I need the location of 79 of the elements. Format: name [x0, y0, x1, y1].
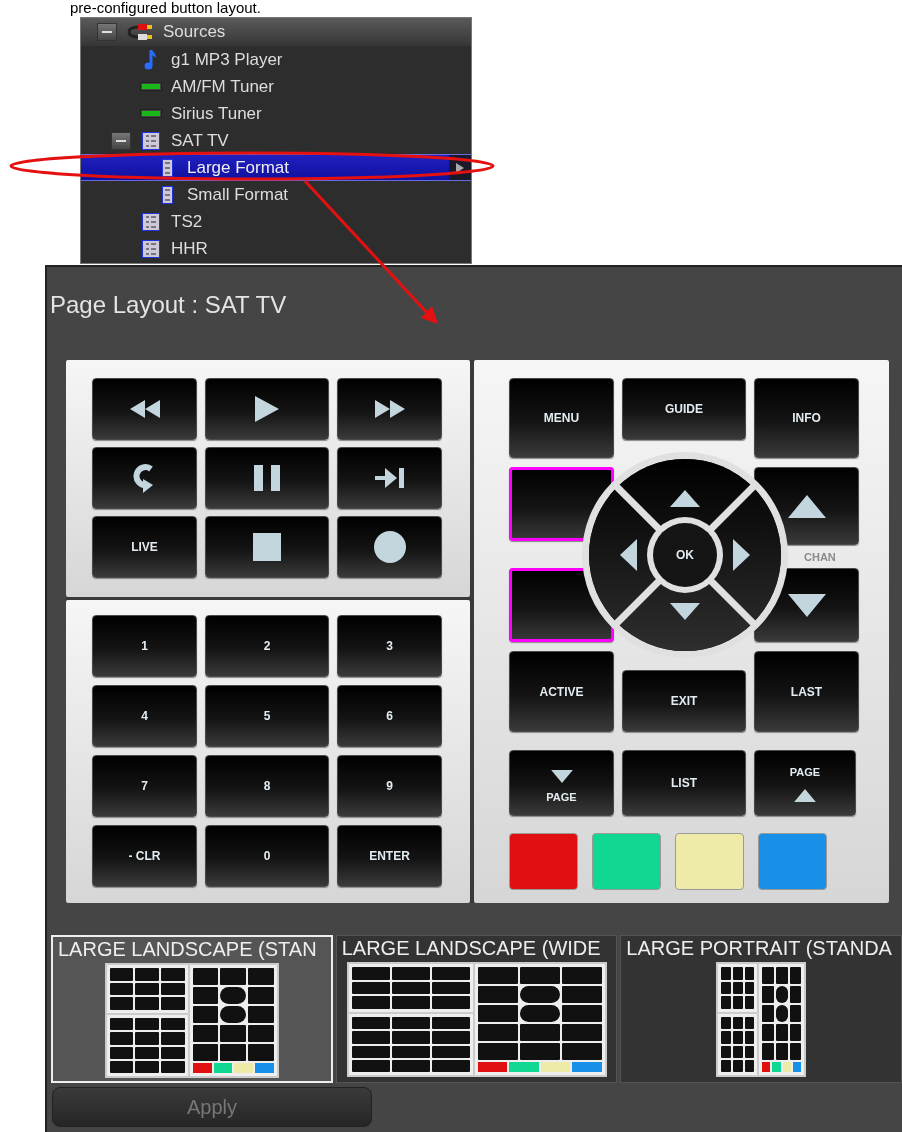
transport-button[interactable] [92, 447, 197, 509]
list-icon [142, 239, 160, 258]
live-button[interactable]: LIVE [92, 516, 197, 578]
tree-item[interactable]: AM/FM Tuner [81, 73, 471, 100]
keypad-button[interactable]: 5 [205, 685, 329, 747]
color-button[interactable] [675, 833, 744, 890]
color-button[interactable] [592, 833, 661, 890]
down-triangle-icon [787, 593, 826, 617]
transport-button[interactable] [205, 378, 329, 440]
cable-icon [127, 23, 153, 41]
keypad-button[interactable]: 9 [337, 755, 442, 817]
keypad-button[interactable]: 0 [205, 825, 329, 887]
remote-button[interactable]: INFO [754, 378, 859, 458]
remote-button[interactable]: LAST [754, 651, 859, 732]
skip-icon [374, 468, 405, 488]
transport-button[interactable] [337, 516, 442, 578]
layout-label: LARGE LANDSCAPE (STAN [57, 937, 318, 962]
tuner-icon [140, 109, 162, 118]
tree-header[interactable]: Sources [81, 18, 471, 46]
play-icon [255, 396, 279, 422]
right-arrow-icon [733, 539, 750, 571]
tree-item[interactable]: Sirius Tuner [81, 100, 471, 127]
up-triangle-icon [787, 494, 826, 518]
tree-item[interactable]: TS2 [81, 208, 471, 235]
list-icon [142, 131, 160, 150]
music-note-icon [144, 48, 158, 71]
color-button[interactable] [509, 833, 578, 890]
layout-label: LARGE LANDSCAPE (WIDE [340, 936, 602, 961]
channel-label: CHAN [804, 550, 836, 565]
left-arrow-icon [620, 539, 637, 571]
down-triangle-icon [550, 770, 573, 784]
tree-item[interactable]: g1 MP3 Player [81, 46, 471, 73]
keypad-button[interactable]: - CLR [92, 825, 197, 887]
transport-button[interactable] [205, 516, 329, 578]
keypad-button[interactable]: 3 [337, 615, 442, 677]
transport-button[interactable] [337, 378, 442, 440]
keypad-button[interactable]: 2 [205, 615, 329, 677]
layout-option[interactable]: LARGE PORTRAIT (STANDA [620, 935, 902, 1083]
transport-button[interactable] [205, 447, 329, 509]
collapse-toggle[interactable] [111, 131, 131, 150]
layout-label: LARGE PORTRAIT (STANDA [625, 936, 893, 961]
remote-button[interactable]: EXIT [622, 670, 746, 732]
list-icon [142, 212, 160, 231]
down-arrow-icon [670, 603, 700, 620]
keypad-button[interactable]: 8 [205, 755, 329, 817]
rewind-icon [129, 400, 160, 418]
tuner-icon [140, 82, 162, 91]
page-down-button[interactable]: PAGE [509, 750, 614, 816]
layout-option[interactable]: LARGE LANDSCAPE (WIDE [335, 935, 618, 1083]
transport-button[interactable] [337, 447, 442, 509]
keypad-button[interactable]: 6 [337, 685, 442, 747]
keypad-button[interactable]: 7 [92, 755, 197, 817]
up-arrow-icon [670, 490, 700, 507]
remote-button[interactable]: MENU [509, 378, 614, 458]
page-icon [161, 158, 173, 177]
record-icon [373, 531, 406, 563]
stop-icon [253, 533, 281, 561]
expand-arrow-icon[interactable] [456, 162, 464, 173]
collapse-toggle[interactable] [97, 23, 117, 41]
tree-item[interactable]: SAT TV [81, 127, 471, 154]
remote-button[interactable]: ACTIVE [509, 651, 614, 732]
remote-button[interactable]: GUIDE [622, 378, 746, 440]
page-title: Page Layout : SAT TV [49, 290, 288, 320]
pause-icon [254, 465, 280, 491]
list-button[interactable]: LIST [622, 750, 746, 816]
up-triangle-icon [794, 788, 816, 802]
keypad-button[interactable]: 4 [92, 685, 197, 747]
caption-text: pre-configured button layout. [70, 0, 261, 16]
ok-button[interactable]: OK [647, 517, 723, 593]
fast-forward-icon [374, 400, 405, 418]
keypad-button[interactable]: 1 [92, 615, 197, 677]
color-button[interactable] [758, 833, 827, 890]
page-up-button[interactable]: PAGE [754, 750, 856, 816]
keypad-button[interactable]: ENTER [337, 825, 442, 887]
tree-item[interactable]: Small Format [81, 181, 471, 208]
layout-option[interactable]: LARGE LANDSCAPE (STAN [51, 935, 333, 1083]
transport-button[interactable] [92, 378, 197, 440]
page-icon [161, 185, 173, 204]
tree-item[interactable]: HHR [81, 235, 471, 262]
